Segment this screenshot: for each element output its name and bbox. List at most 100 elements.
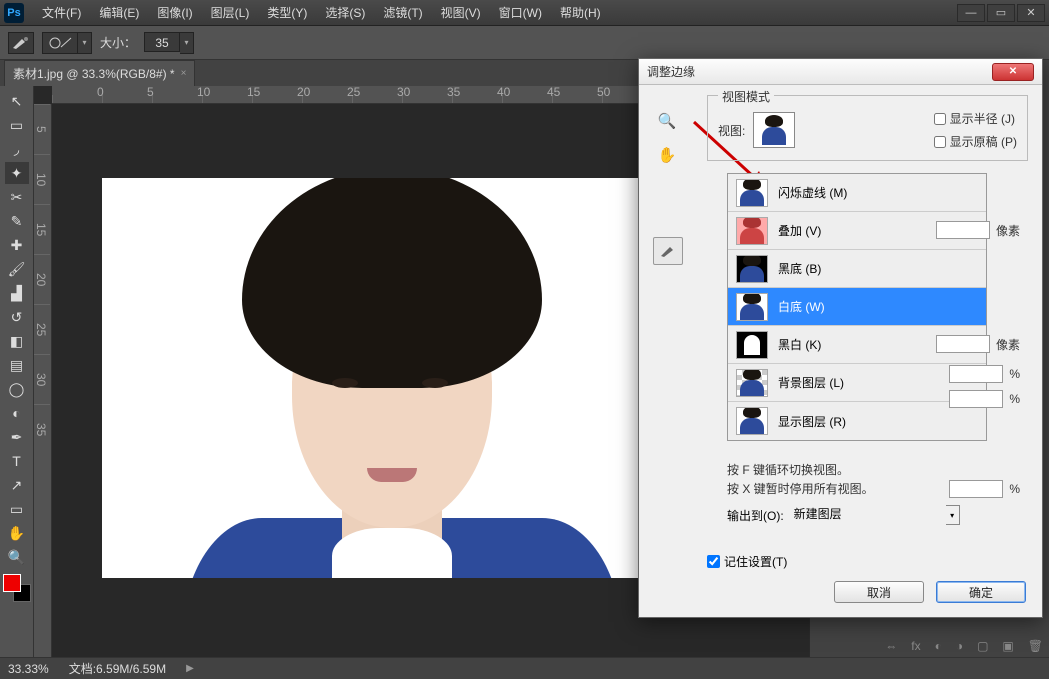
blur-tool[interactable]: ◯ [5, 378, 29, 400]
zoom-tool-icon[interactable]: 🔍 [653, 109, 681, 133]
view-thumbnail-button[interactable]: ▾ [753, 112, 795, 148]
trash-icon[interactable]: 🗑 [1028, 639, 1043, 653]
view-mode-dropdown: 闪烁虚线 (M) 叠加 (V) 黑底 (B) 白底 (W) 黑白 (K) 背景图… [727, 173, 987, 441]
view-option-on-white[interactable]: 白底 (W) [728, 288, 986, 326]
ruler-tick: 10 [34, 154, 50, 204]
crop-tool[interactable]: ✂ [5, 186, 29, 208]
field-input[interactable] [949, 480, 1003, 498]
shape-tool[interactable]: ▭ [5, 498, 29, 520]
eyedropper-tool[interactable]: ✎ [5, 210, 29, 232]
options-bar: ▾ 大小： 35 ▾ [0, 26, 1049, 60]
view-option-marching-ants[interactable]: 闪烁虚线 (M) [728, 174, 986, 212]
dialog-close-button[interactable]: ✕ [992, 63, 1034, 81]
output-select[interactable]: 新建图层 [790, 505, 946, 525]
view-mode-legend: 视图模式 [718, 88, 774, 105]
view-option-label: 叠加 (V) [778, 222, 821, 239]
zoom-tool[interactable]: 🔍 [5, 546, 29, 568]
adjustment-icon[interactable]: ◑ [956, 639, 963, 653]
field-input[interactable] [936, 335, 990, 353]
maximize-button[interactable]: ▭ [987, 4, 1015, 22]
remember-check[interactable] [707, 555, 720, 568]
brush-preview[interactable] [42, 32, 78, 54]
fx-icon[interactable]: fx [911, 639, 920, 653]
menu-file[interactable]: 文件(F) [34, 0, 89, 25]
size-dropdown-arrow[interactable]: ▾ [180, 32, 194, 54]
remember-settings-checkbox[interactable]: 记住设置(T) [707, 553, 787, 570]
document-tab[interactable]: 素材1.jpg @ 33.3%(RGB/8#) * × [4, 60, 195, 86]
menu-window[interactable]: 窗口(W) [491, 0, 550, 25]
view-option-on-black[interactable]: 黑底 (B) [728, 250, 986, 288]
portrait-image [102, 178, 642, 578]
history-brush-tool[interactable]: ↺ [5, 306, 29, 328]
ruler-tick [102, 95, 152, 103]
document-tab-close-icon[interactable]: × [181, 68, 187, 79]
marquee-tool[interactable]: ▭ [5, 114, 29, 136]
ruler-tick [252, 95, 302, 103]
new-icon[interactable]: ▣ [1002, 639, 1013, 653]
tool-preset-icon[interactable] [8, 32, 34, 54]
chevron-down-icon[interactable]: ▾ [946, 505, 960, 525]
view-option-reveal-layer[interactable]: 显示图层 (R) [728, 402, 986, 440]
show-original-check[interactable] [934, 136, 946, 148]
gradient-tool[interactable]: ▤ [5, 354, 29, 376]
pen-tool[interactable]: ✒ [5, 426, 29, 448]
output-row: 输出到(O): 新建图层 ▾ [727, 505, 960, 525]
field-input[interactable] [949, 365, 1003, 383]
dodge-tool[interactable]: ◐ [5, 402, 29, 424]
folder-icon[interactable]: ▢ [977, 639, 988, 653]
cancel-button[interactable]: 取消 [834, 581, 924, 603]
panel-footer-icons: ⇔ fx ◐ ◑ ▢ ▣ 🗑 [885, 639, 1043, 653]
brush-dropdown-arrow[interactable]: ▾ [78, 32, 92, 54]
close-button[interactable]: ✕ [1017, 4, 1045, 22]
healing-tool[interactable]: ✚ [5, 234, 29, 256]
dialog-titlebar[interactable]: 调整边缘 ✕ [639, 59, 1042, 85]
brush-tool[interactable]: 🖌 [5, 258, 29, 280]
foreground-color[interactable] [3, 574, 21, 592]
menu-image[interactable]: 图像(I) [149, 0, 200, 25]
refine-edge-dialog: 调整边缘 ✕ 🔍 ✋ 视图模式 视图: ▾ [638, 58, 1043, 618]
show-original-checkbox[interactable]: 显示原稿 (P) [934, 133, 1017, 150]
canvas[interactable] [102, 178, 642, 578]
zoom-level[interactable]: 33.33% [8, 662, 49, 676]
ruler-tick [352, 95, 402, 103]
ok-button[interactable]: 确定 [936, 581, 1026, 603]
titlebar: Ps 文件(F) 编辑(E) 图像(I) 图层(L) 类型(Y) 选择(S) 滤… [0, 0, 1049, 26]
menu-layer[interactable]: 图层(L) [203, 0, 258, 25]
menu-edit[interactable]: 编辑(E) [91, 0, 147, 25]
move-tool[interactable]: ↖ [5, 90, 29, 112]
menu-help[interactable]: 帮助(H) [552, 0, 609, 25]
size-input[interactable]: 35 [144, 32, 180, 52]
show-radius-check[interactable] [934, 113, 946, 125]
lasso-tool[interactable]: ◞ [5, 138, 29, 160]
path-tool[interactable]: ↗ [5, 474, 29, 496]
view-mode-fieldset: 视图模式 视图: ▾ 显示半径 (J) 显示原稿 (P) [707, 95, 1028, 161]
status-arrow-icon[interactable]: ▶ [186, 663, 194, 674]
menu-type[interactable]: 类型(Y) [259, 0, 315, 25]
menu-filter[interactable]: 滤镜(T) [375, 0, 430, 25]
quick-select-tool[interactable]: ✦ [5, 162, 29, 184]
menu-select[interactable]: 选择(S) [317, 0, 373, 25]
view-option-label: 黑底 (B) [778, 260, 821, 277]
size-label: 大小： [100, 34, 136, 51]
ruler-tick [502, 95, 552, 103]
stamp-tool[interactable]: ▟ [5, 282, 29, 304]
unit-label: 像素 [996, 336, 1020, 353]
hand-tool[interactable]: ✋ [5, 522, 29, 544]
minimize-button[interactable]: — [957, 4, 985, 22]
view-option-label: 白底 (W) [778, 298, 825, 315]
link-icon[interactable]: ⇔ [885, 639, 897, 653]
color-swatches[interactable] [3, 574, 31, 602]
show-radius-checkbox[interactable]: 显示半径 (J) [934, 110, 1017, 127]
field-input[interactable] [949, 390, 1003, 408]
ruler-tick [52, 95, 102, 103]
ruler-tick [152, 95, 202, 103]
menu-view[interactable]: 视图(V) [433, 0, 489, 25]
type-tool[interactable]: T [5, 450, 29, 472]
field-input[interactable] [936, 221, 990, 239]
eraser-tool[interactable]: ◧ [5, 330, 29, 352]
statusbar: 33.33% 文档:6.59M/6.59M ▶ [0, 657, 1049, 679]
hand-tool-icon[interactable]: ✋ [653, 143, 681, 167]
view-option-on-layers[interactable]: 背景图层 (L) [728, 364, 986, 402]
refine-brush-tool[interactable] [653, 237, 683, 265]
mask-icon[interactable]: ◐ [935, 639, 942, 653]
